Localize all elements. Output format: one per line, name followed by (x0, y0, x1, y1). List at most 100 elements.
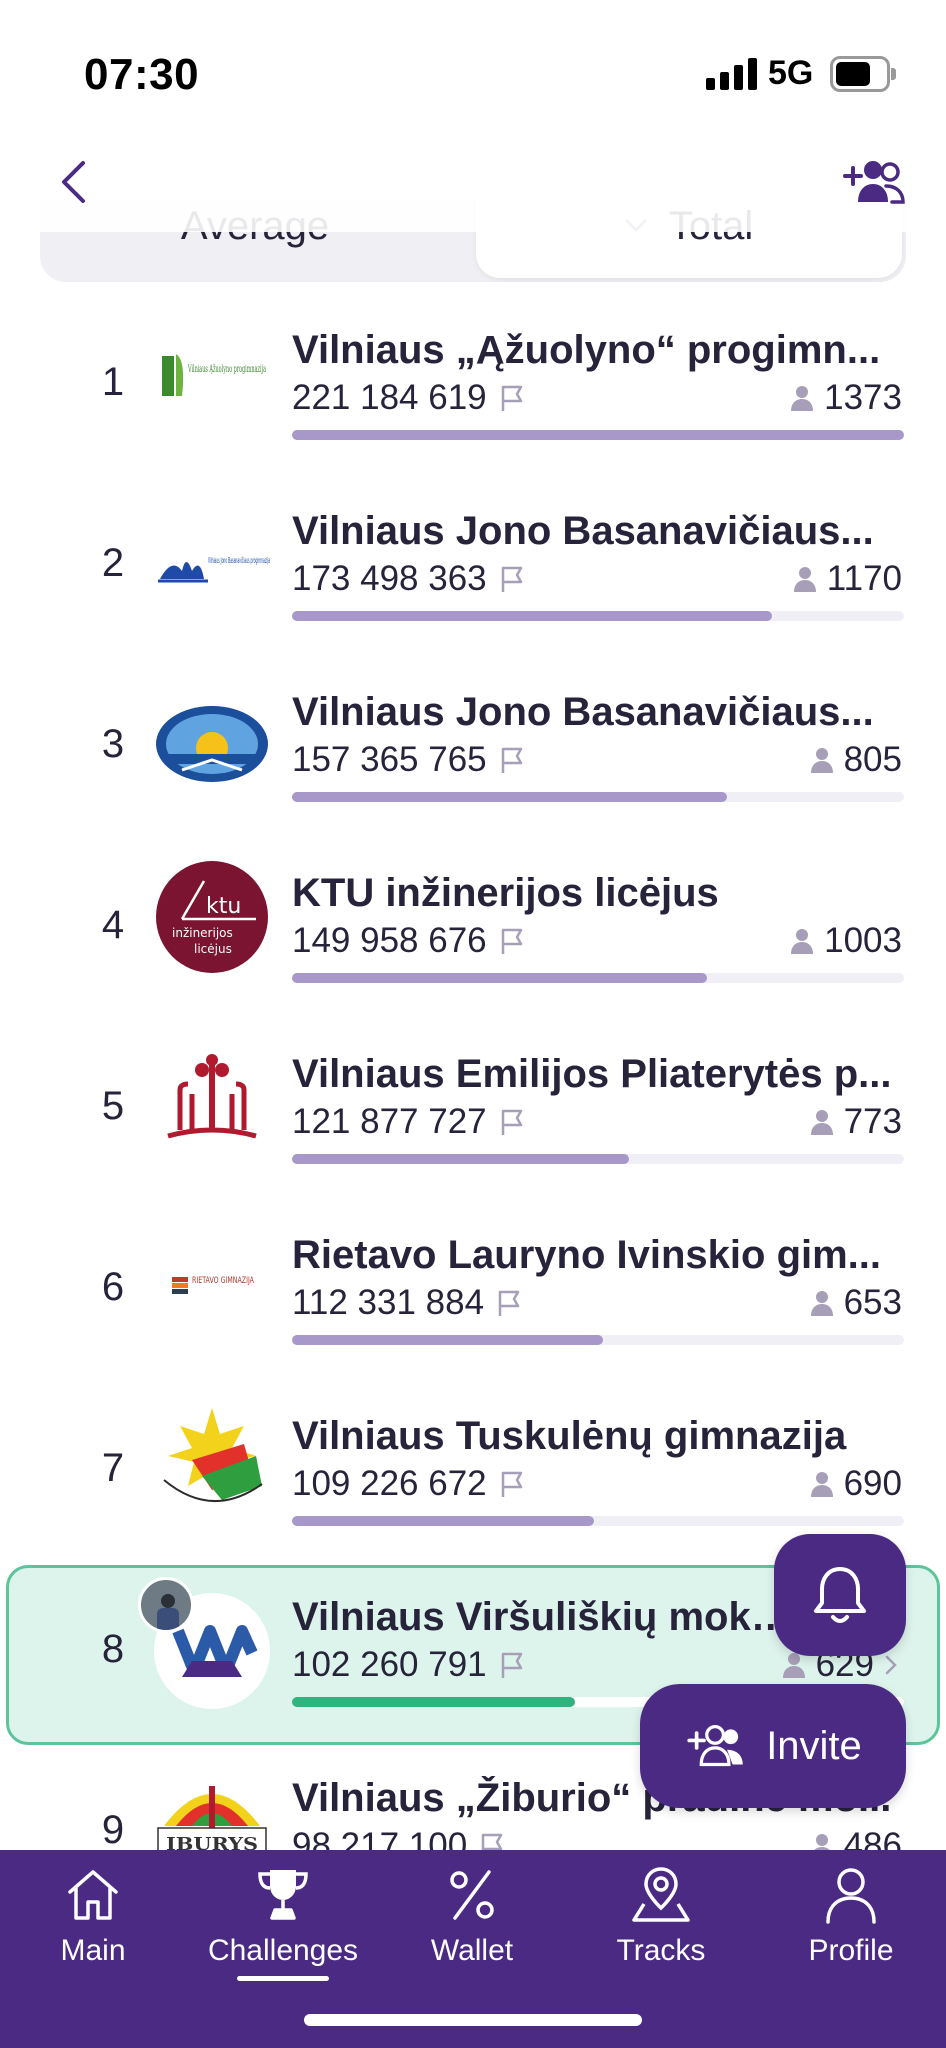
person-icon (791, 929, 814, 954)
score-value: 112 331 884 (292, 1283, 485, 1322)
tab-main-label: Main (60, 1934, 126, 1967)
member-count-value: 773 (843, 1102, 902, 1141)
trophy-icon (258, 1870, 308, 1920)
flag-icon (501, 1109, 522, 1135)
tab-wallet[interactable]: Wallet (397, 1864, 547, 1968)
score-value: 157 365 765 (292, 740, 487, 779)
member-count-value: 1003 (824, 921, 902, 960)
chevron-left-icon (62, 161, 85, 203)
tab-challenges-label: Challenges (207, 1934, 359, 1967)
logo-text: RIETAVO GIMNAZIJA (192, 1276, 255, 1286)
logo-text: Vilniaus Jono Basanavičiaus progimnazija (208, 555, 270, 565)
active-tab-indicator (237, 1976, 329, 1981)
person-icon (791, 386, 814, 411)
score-value: 149 958 676 (292, 921, 487, 960)
progress-fill (292, 1516, 595, 1526)
leaderboard-row[interactable]: 3 Vilniaus Jono Basanavičiaus... 157 365… (0, 662, 946, 843)
percent-icon (450, 1870, 494, 1920)
status-time: 07:30 (84, 50, 200, 99)
tab-tracks-label: Tracks (616, 1934, 706, 1967)
logo-text: licėjus (194, 942, 232, 956)
school-name: Vilniaus Tuskulėnų gimnazija (292, 1414, 847, 1458)
school-name: Vilniaus „Ąžuolyno“ progimn... (292, 328, 881, 372)
flag-icon (501, 1652, 522, 1678)
progress-bar (292, 1516, 904, 1526)
member-count-value: 1170 (826, 559, 902, 598)
school-name: Vilniaus Viršuliškių mokykla (292, 1595, 812, 1639)
progress-fill (292, 611, 773, 621)
tab-profile[interactable]: Profile (776, 1864, 926, 1968)
bell-icon (814, 1567, 866, 1623)
member-count: 773 (810, 1102, 902, 1142)
leaderboard-row[interactable]: 2 Vilniaus Jono Basanavičiaus progimnazi… (0, 481, 946, 662)
rank-number: 6 (101, 1265, 125, 1309)
school-name: Rietavo Lauryno Ivinskio gim... (292, 1233, 882, 1277)
score-value: 121 877 727 (292, 1102, 487, 1141)
chevron-right-icon (885, 1655, 897, 1675)
progress-bar (292, 973, 904, 983)
progress-bar (292, 1154, 904, 1164)
school-logo: Vilniaus Jono Basanavičiaus progimnazija (152, 501, 272, 621)
school-logo (152, 682, 272, 802)
user-icon (826, 1868, 876, 1924)
add-friends-button[interactable] (842, 156, 906, 208)
school-name: Vilniaus Jono Basanavičiaus... (292, 509, 874, 553)
rank-number: 7 (101, 1446, 125, 1490)
tab-challenges[interactable]: Challenges (208, 1864, 358, 1981)
header-background (0, 150, 946, 232)
member-count: 690 (810, 1464, 902, 1504)
flag-icon (501, 928, 522, 954)
cellular-signal-icon (706, 58, 758, 90)
member-count-value: 1373 (824, 378, 902, 417)
progress-fill (292, 792, 728, 802)
logo-text: Vilniaus Ąžuolyno progimnazija (188, 364, 267, 375)
person-icon (810, 1291, 833, 1316)
progress-fill (292, 1154, 630, 1164)
tab-wallet-label: Wallet (430, 1934, 514, 1967)
rank-number: 8 (101, 1627, 125, 1671)
rank-number: 9 (101, 1808, 125, 1852)
school-score: 102 260 791 (292, 1645, 527, 1685)
progress-fill (292, 973, 707, 983)
invite-button[interactable]: Invite (640, 1684, 906, 1808)
school-logo (152, 1400, 272, 1520)
progress-bar (292, 430, 904, 440)
invite-label: Invite (766, 1723, 862, 1768)
tab-main[interactable]: Main (18, 1864, 168, 1968)
score-value: 102 260 791 (292, 1645, 487, 1684)
member-count: 1373 (790, 378, 902, 418)
school-score: 173 498 363 (292, 559, 527, 599)
member-count: 1003 (790, 921, 902, 961)
progress-bar (292, 1335, 904, 1345)
school-name: Vilniaus Emilijos Pliaterytės p... (292, 1052, 892, 1096)
person-icon (810, 1472, 833, 1497)
rank-number: 5 (101, 1084, 125, 1128)
progress-bar (292, 611, 904, 621)
add-people-icon (843, 161, 905, 204)
back-button[interactable] (48, 152, 98, 212)
score-value: 109 226 672 (292, 1464, 487, 1503)
score-value: 221 184 619 (292, 378, 487, 417)
home-indicator (304, 2014, 642, 2026)
member-count: 1170 (793, 559, 902, 599)
notifications-button[interactable] (774, 1534, 906, 1656)
logo-text: ktu (206, 894, 241, 919)
battery-icon (830, 56, 896, 92)
school-name: KTU inžinerijos licėjus (292, 871, 719, 915)
progress-bar (292, 792, 904, 802)
leaderboard-row[interactable]: 6 RIETAVO GIMNAZIJA Rietavo Lauryno Ivin… (0, 1205, 946, 1386)
user-avatar (138, 1577, 194, 1633)
tab-tracks[interactable]: Tracks (586, 1864, 736, 1968)
school-score: 157 365 765 (292, 740, 527, 780)
member-count: 805 (810, 740, 902, 780)
leaderboard-row[interactable]: 5 Vilniaus Emilijos Pliaterytės p... 121… (0, 1024, 946, 1205)
leaderboard-row[interactable]: 1 Vilniaus Ąžuolyno progimnazija Vilniau… (0, 300, 946, 481)
member-count: 653 (810, 1283, 902, 1323)
school-score: 149 958 676 (292, 921, 527, 961)
flag-icon (501, 385, 522, 411)
person-icon (793, 567, 816, 592)
school-score: 109 226 672 (292, 1464, 527, 1504)
leaderboard-row[interactable]: 4 ktu inžinerijos licėjus KTU inžinerijo… (0, 843, 946, 1024)
person-icon (810, 748, 833, 773)
person-icon (782, 1653, 805, 1678)
